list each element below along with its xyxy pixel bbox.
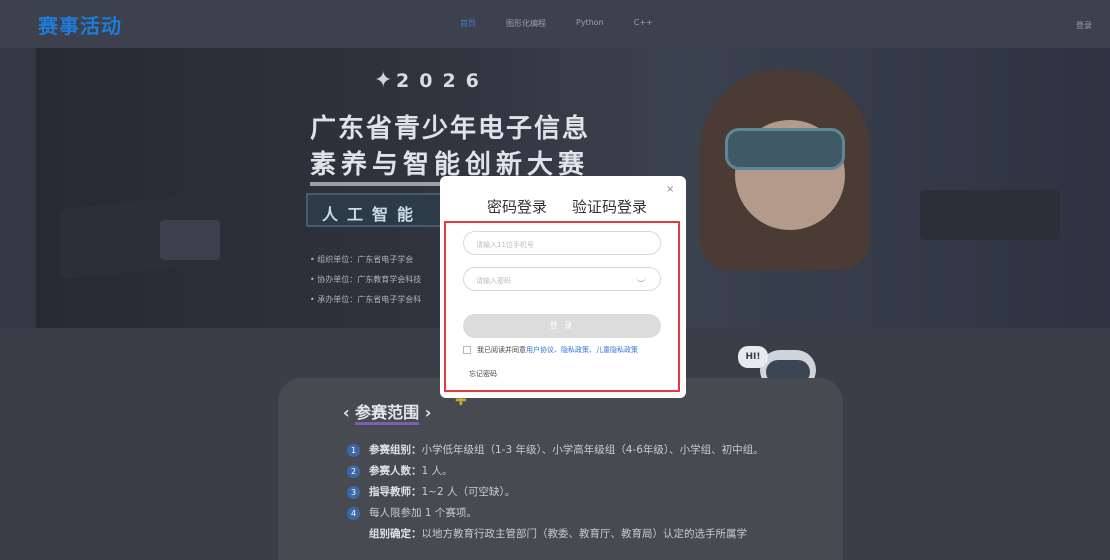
nav-links: 首页 图形化编程 Python C++	[460, 18, 653, 29]
track-badge: 人工智能	[306, 193, 442, 227]
tab-code-login[interactable]: 验证码登录	[572, 196, 647, 217]
close-icon[interactable]: ×	[666, 184, 674, 195]
number-badge: 3	[347, 486, 360, 499]
password-input[interactable]: 请输入密码	[463, 267, 661, 291]
host-unit: 承办单位：广东省电子学会科	[310, 290, 421, 310]
number-badge: 4	[347, 507, 360, 520]
nav-graphical[interactable]: 图形化编程	[506, 18, 546, 29]
hi-bubble: HI!	[738, 346, 768, 368]
nav-python[interactable]: Python	[576, 18, 604, 29]
co-organizer-unit: 协办单位：广东教育学会科技	[310, 270, 421, 290]
banner-title-line1: 广东省青少年电子信息	[310, 114, 591, 144]
organizer-list: 组织单位：广东省电子学会 协办单位：广东教育学会科技 承办单位：广东省电子学会科	[310, 250, 421, 310]
phone-input[interactable]: 请输入11位手机号	[463, 231, 661, 255]
top-nav: 赛事活动 首页 图形化编程 Python C++ 登录	[0, 0, 1110, 48]
machine-detail	[160, 220, 220, 260]
rules-list: 1 参赛组别：小学低年级组（1-3 年级）、小学高年级组（4-6年级）、小学组、…	[347, 440, 807, 545]
site-logo[interactable]: 赛事活动	[38, 10, 122, 39]
list-item: 1 参赛组别：小学低年级组（1-3 年级）、小学高年级组（4-6年级）、小学组、…	[347, 440, 807, 461]
list-item: 组别确定：以地方教育行政主管部门（教委、教育厅、教育局）认定的选手所属学	[369, 528, 747, 540]
number-badge: 1	[347, 444, 360, 457]
login-link[interactable]: 登录	[1076, 20, 1092, 31]
list-item: 4 每人限参加 1 个赛项。	[347, 503, 807, 524]
agree-checkbox[interactable]	[463, 346, 471, 354]
login-button[interactable]: 登 录	[463, 314, 661, 338]
agreement-row: 我已阅读并同意 用户协议、隐私政策、儿童隐私政策	[463, 345, 638, 355]
nav-home[interactable]: 首页	[460, 18, 476, 29]
organizer-unit: 组织单位：广东省电子学会	[310, 250, 421, 270]
banner-year: 2026	[396, 70, 489, 92]
tab-password-login[interactable]: 密码登录	[487, 196, 548, 217]
forgot-password-link[interactable]: 忘记密码	[469, 369, 497, 379]
divider	[310, 182, 444, 186]
nav-cpp[interactable]: C++	[634, 18, 653, 29]
list-item: 3 指导教师：1~2 人（可空缺）。	[347, 482, 807, 503]
card-title: ‹ 参赛范围 ›	[343, 399, 431, 425]
agree-text: 我已阅读并同意	[477, 346, 526, 354]
number-badge: 2	[347, 465, 360, 478]
agreement-links[interactable]: 用户协议、隐私政策、儿童隐私政策	[526, 345, 638, 355]
goggles-illustration	[725, 128, 845, 170]
lab-equipment-illustration	[920, 190, 1060, 240]
list-item: 2 参赛人数：1 人。	[347, 461, 807, 482]
banner-left-strip	[0, 48, 36, 328]
sparkle-icon: ✦	[374, 68, 393, 93]
